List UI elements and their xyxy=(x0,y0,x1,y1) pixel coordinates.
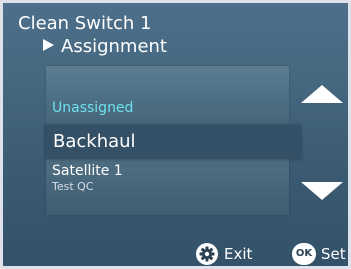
set-button[interactable]: OK Set xyxy=(292,243,346,265)
list-item-backhaul[interactable]: Backhaul xyxy=(45,125,301,159)
list-item-unassigned[interactable]: Unassigned xyxy=(52,99,133,117)
gear-icon xyxy=(196,243,218,265)
scroll-up-button[interactable] xyxy=(301,85,343,103)
exit-button[interactable]: Exit xyxy=(196,243,252,265)
device-screen: Clean Switch 1 Assignment Unassigned Bac… xyxy=(0,0,351,269)
subtitle-label: Assignment xyxy=(61,36,167,57)
list-item-label: Satellite 1 xyxy=(52,163,123,179)
set-label: Set xyxy=(321,245,346,263)
ok-icon: OK xyxy=(292,243,316,265)
exit-label: Exit xyxy=(224,245,253,263)
page-subtitle: Assignment xyxy=(43,36,167,58)
list-item-label: Backhaul xyxy=(53,131,136,152)
play-arrow-icon xyxy=(43,39,54,51)
page-title: Clean Switch 1 xyxy=(18,13,152,34)
list-item-sublabel: Test QC xyxy=(52,180,94,193)
list-item-satellite-1[interactable]: Satellite 1 Test QC xyxy=(52,163,123,194)
scroll-down-button[interactable] xyxy=(301,182,343,200)
